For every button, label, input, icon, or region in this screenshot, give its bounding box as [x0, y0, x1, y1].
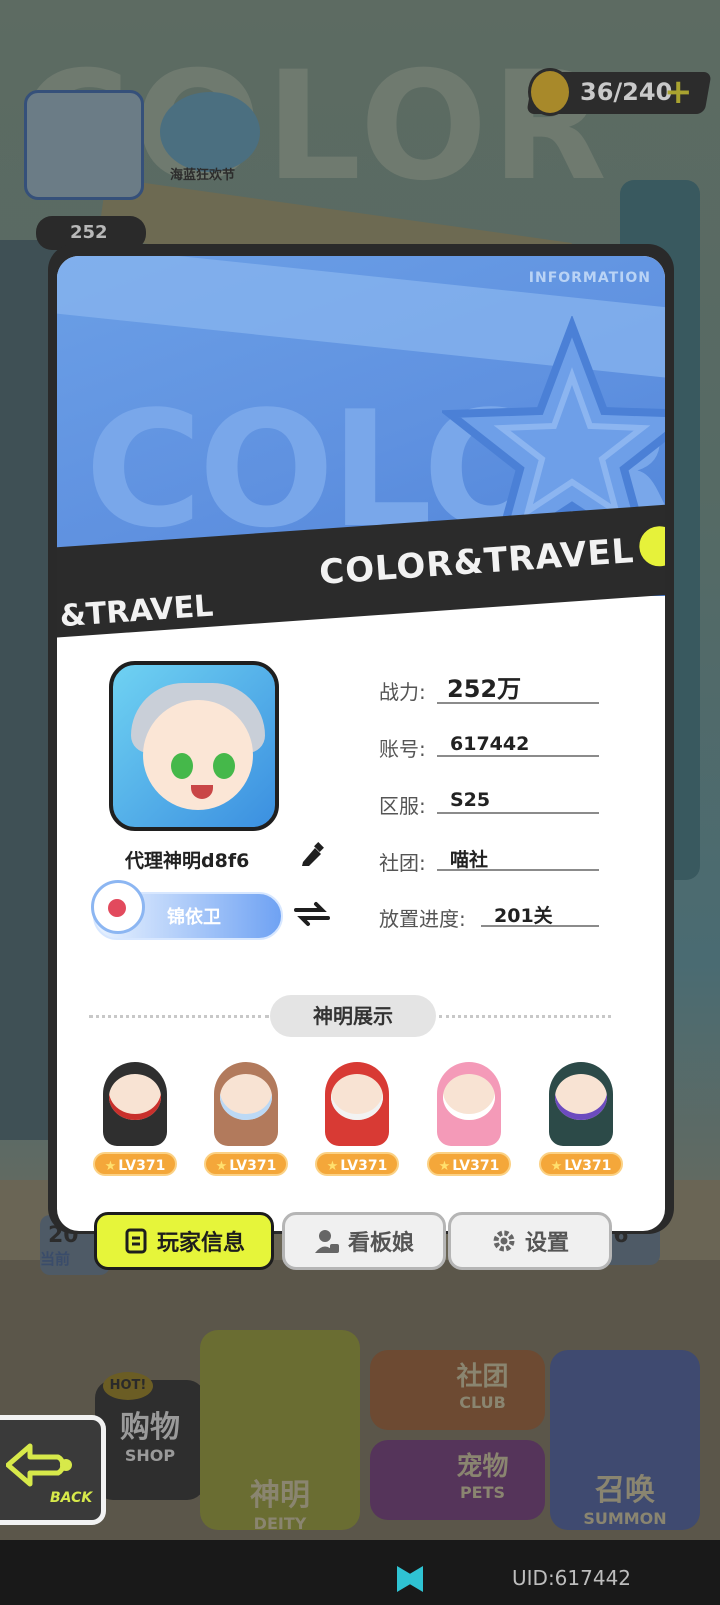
edit-name-icon[interactable]: [299, 842, 325, 868]
player-info-card: COLOR INFORMATION COLOR&TRAVEL &TRAVEL 代…: [57, 256, 665, 1231]
event-icon: [160, 92, 260, 172]
swap-title-icon[interactable]: [292, 900, 332, 928]
title-badge-text: 锦依卫: [167, 907, 221, 928]
back-button[interactable]: BACK: [0, 1415, 106, 1525]
deity-face: [331, 1074, 383, 1120]
background-power-value: 252: [70, 222, 108, 243]
deity-level-badge: ★ LV371: [539, 1152, 623, 1176]
deity-level-text: LV371: [564, 1158, 612, 1174]
back-arrow-icon: [6, 1443, 72, 1487]
player-name: 代理神明d8f6: [125, 850, 250, 872]
stat-progress-label: 放置进度:: [379, 907, 466, 931]
tab-kanban-label: 看板娘: [347, 1231, 414, 1256]
energy-add-icon: +: [664, 72, 693, 112]
deity-level-text: LV371: [118, 1158, 166, 1174]
menu-summon-en: SUMMON: [583, 1509, 667, 1528]
ribbon-text-main: COLOR&TRAVEL: [318, 531, 636, 594]
deity-level-badge: ★ LV371: [427, 1152, 511, 1176]
deity-level-text: LV371: [452, 1158, 500, 1174]
avatar-eye-right: [213, 753, 235, 779]
back-label: BACK: [50, 1490, 93, 1506]
banner-info-label: INFORMATION: [528, 270, 651, 286]
stat-progress-value: 201关: [494, 905, 553, 927]
menu-deity-zh: 神明: [250, 1478, 310, 1513]
player-avatar[interactable]: [109, 661, 279, 831]
stat-progress-underline: [481, 925, 599, 927]
hot-badge: HOT!: [103, 1372, 153, 1400]
stat-power-label: 战力:: [379, 680, 426, 704]
menu-club-en: CLUB: [459, 1393, 506, 1412]
deity-face: [220, 1074, 272, 1120]
deity-showcase-title: 神明展示: [270, 995, 436, 1037]
divider-right: [439, 1015, 611, 1018]
star-icon: ★: [215, 1159, 228, 1174]
menu-pets: 宠物 PETS: [370, 1440, 545, 1520]
stat-account-value: 617442: [450, 733, 530, 755]
energy-value: 36/240: [580, 78, 673, 106]
uid-text: UID:617442: [512, 1566, 632, 1590]
deity-card[interactable]: ★ LV371: [535, 1056, 627, 1176]
background-left-caption: 当前: [40, 1250, 71, 1268]
stat-club-label: 社团:: [379, 851, 426, 875]
gear-icon: [493, 1230, 515, 1252]
avatar-eye-left: [171, 753, 193, 779]
player-info-icon: [125, 1228, 147, 1254]
deity-card[interactable]: ★ LV371: [311, 1056, 403, 1176]
background-avatar: [24, 90, 144, 200]
stat-account-label: 账号:: [379, 737, 426, 761]
menu-deity-en: DEITY: [253, 1514, 307, 1533]
deity-card[interactable]: ★ LV371: [200, 1056, 292, 1176]
stat-power-value: 252万: [447, 675, 522, 703]
title-badge-mascot-icon: [91, 880, 145, 934]
menu-deity: 神明 DEITY: [200, 1330, 360, 1533]
tab-player-info-label: 玩家信息: [156, 1231, 245, 1256]
deity-level-badge: ★ LV371: [204, 1152, 288, 1176]
menu-shop-en: SHOP: [124, 1446, 176, 1465]
stat-server-value: S25: [450, 789, 491, 811]
star-icon: ★: [438, 1159, 451, 1174]
menu-shop: HOT! 购物 SHOP: [95, 1372, 205, 1500]
ribbon-text-left: &TRAVEL: [58, 588, 215, 635]
deity-face: [109, 1074, 161, 1120]
user-icon: [314, 1230, 339, 1253]
menu-shop-zh: 购物: [120, 1410, 180, 1445]
tab-settings-label: 设置: [524, 1231, 569, 1256]
menu-pets-zh: 宠物: [456, 1452, 509, 1482]
menu-summon: 召唤 SUMMON: [550, 1350, 700, 1530]
deity-card[interactable]: ★ LV371: [89, 1056, 181, 1176]
stat-account-underline: [437, 755, 599, 757]
stat-server-underline: [437, 812, 599, 814]
star-icon: ★: [550, 1159, 563, 1174]
energy-coin-icon: [528, 68, 572, 116]
deity-level-badge: ★ LV371: [93, 1152, 177, 1176]
tab-settings[interactable]: 设置: [448, 1212, 612, 1270]
menu-summon-zh: 召唤: [595, 1473, 655, 1508]
stat-club-value: 喵社: [450, 849, 489, 871]
tab-player-info[interactable]: 玩家信息: [94, 1212, 274, 1270]
stat-club-underline: [437, 869, 599, 871]
deity-face: [555, 1074, 607, 1120]
event-label: 海蓝狂欢节: [170, 168, 236, 183]
stat-power-underline: [437, 702, 599, 704]
logo-icon: [634, 521, 665, 571]
deity-level-text: LV371: [340, 1158, 388, 1174]
menu-club-zh: 社团: [456, 1362, 509, 1392]
tab-kanban[interactable]: 看板娘: [282, 1212, 446, 1270]
star-icon: ★: [104, 1159, 117, 1174]
deity-card[interactable]: ★ LV371: [423, 1056, 515, 1176]
deity-face: [443, 1074, 495, 1120]
menu-club: 社团 CLUB: [370, 1350, 545, 1430]
deity-level-text: LV371: [229, 1158, 277, 1174]
deity-level-badge: ★ LV371: [315, 1152, 399, 1176]
stat-server-label: 区服:: [379, 794, 426, 818]
divider-left: [89, 1015, 269, 1018]
menu-pets-en: PETS: [459, 1483, 506, 1502]
star-icon: ★: [326, 1159, 339, 1174]
